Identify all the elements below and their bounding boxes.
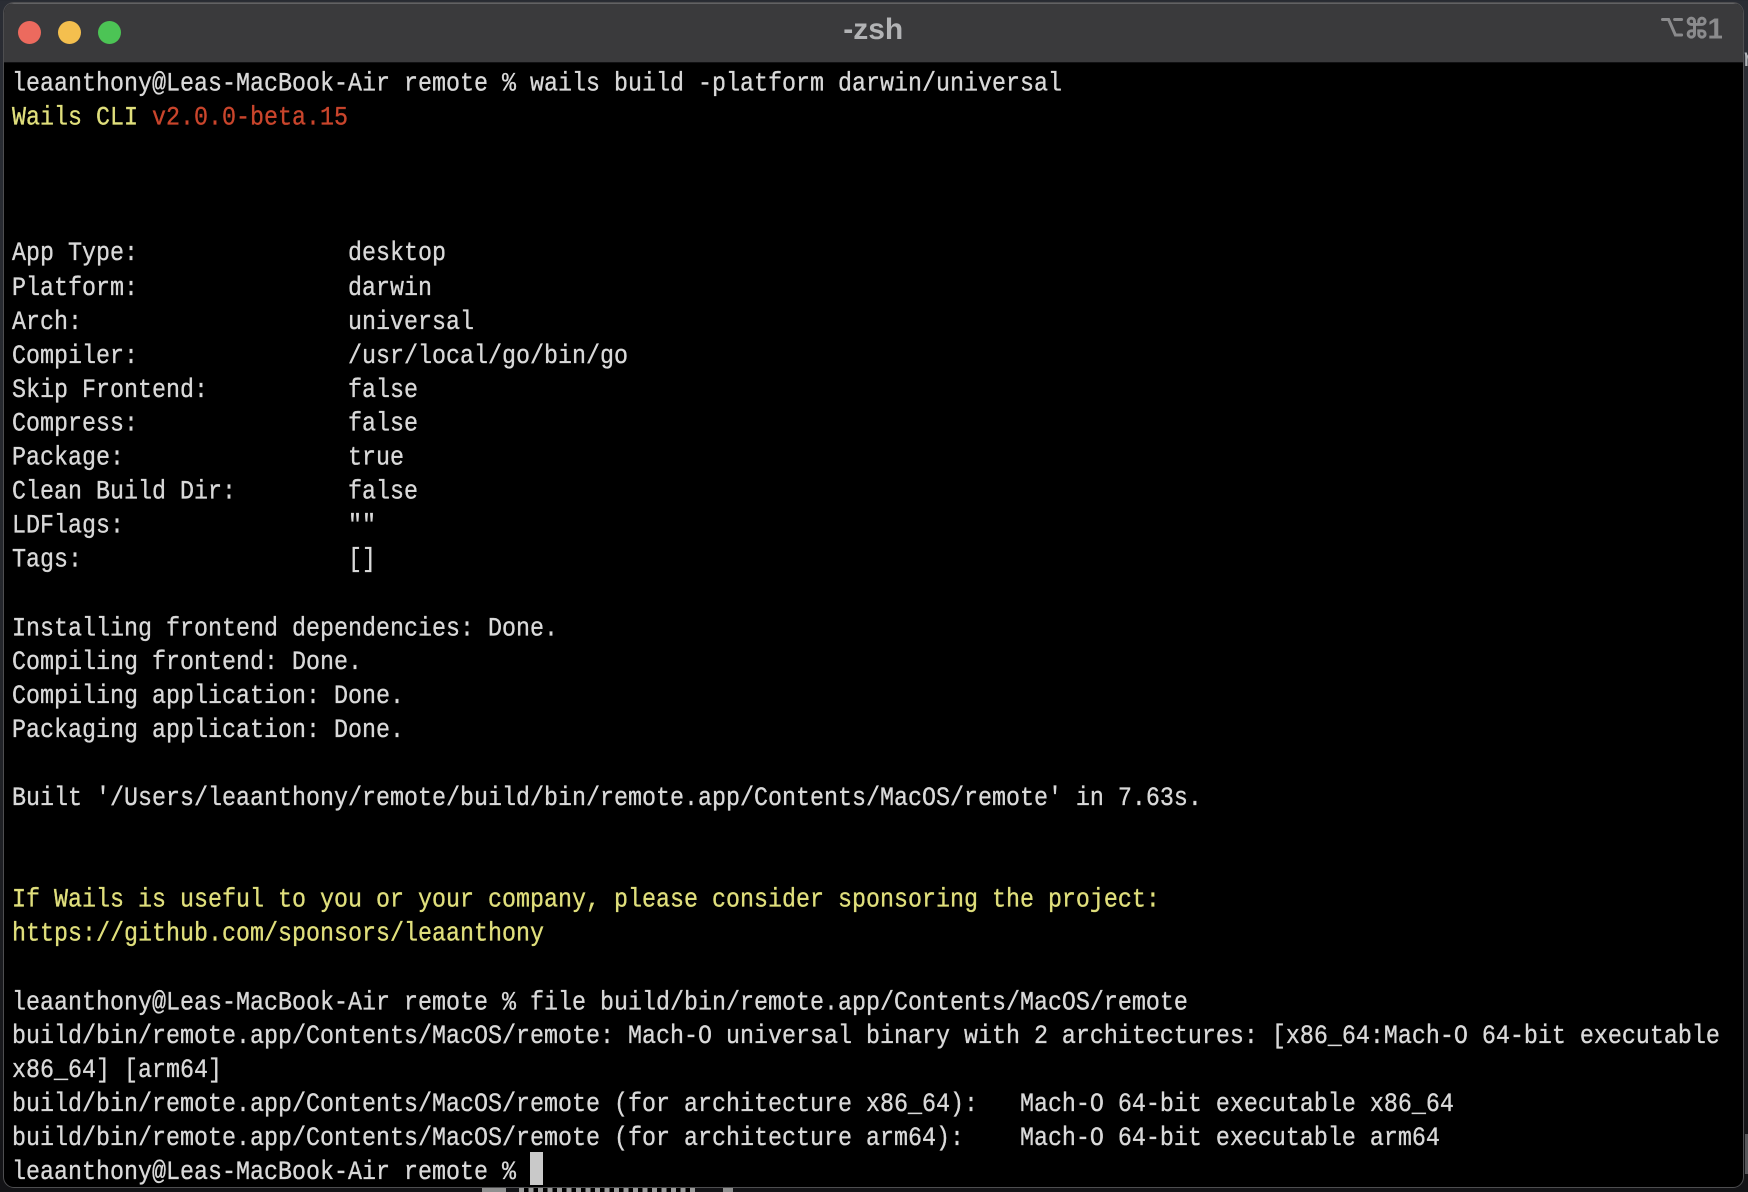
svg-text:1: 1: [1708, 13, 1723, 45]
